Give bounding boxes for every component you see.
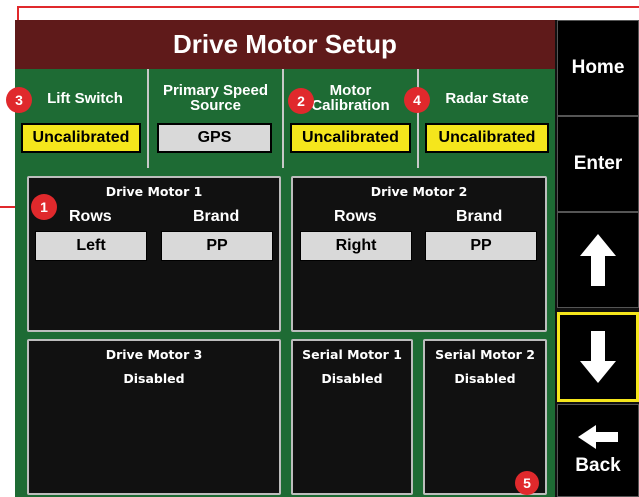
callout-marker-1: 1	[31, 194, 57, 220]
drive-motor-2-brand-value[interactable]: PP	[425, 231, 537, 261]
drive-motor-3-panel[interactable]: Drive Motor 3 Disabled	[27, 339, 281, 495]
arrow-up-icon	[580, 234, 616, 286]
primary-speed-source-value[interactable]: GPS	[157, 123, 272, 153]
enter-button[interactable]: Enter	[557, 116, 639, 212]
back-button[interactable]: Back	[557, 404, 639, 497]
page-title: Drive Motor Setup	[15, 20, 555, 69]
callout-marker-5: 5	[515, 471, 539, 495]
serial-motor-1-panel[interactable]: Serial Motor 1 Disabled	[291, 339, 413, 495]
scroll-up-button[interactable]	[557, 212, 639, 308]
drive-motor-2-title: Drive Motor 2	[370, 184, 468, 199]
drive-motor-1-brand-value[interactable]: PP	[161, 231, 273, 261]
nav-panel: Home Enter Back	[555, 20, 639, 497]
serial-motor-1-status: Disabled	[321, 371, 383, 386]
drive-motor-3-status: Disabled	[123, 371, 185, 386]
back-button-label: Back	[575, 454, 621, 476]
drive-motor-2-panel[interactable]: Drive Motor 2 Rows Brand Right PP	[291, 176, 547, 332]
callout-marker-3: 3	[6, 87, 32, 113]
radar-state-label: Radar State	[445, 89, 529, 107]
home-button[interactable]: Home	[557, 20, 639, 116]
drive-motor-2-rows-label: Rows	[334, 208, 377, 225]
callout-marker-2: 2	[288, 88, 314, 114]
primary-speed-source-label: Primary Speed Source	[162, 82, 269, 114]
arrow-down-icon	[580, 331, 616, 383]
drive-motor-1-rows-value[interactable]: Left	[35, 231, 147, 261]
arrow-left-icon	[578, 424, 618, 449]
drive-motor-setup-screen: Drive Motor Setup Lift Switch Uncalibrat…	[15, 20, 639, 497]
callout-frame-top	[17, 6, 639, 8]
serial-motor-2-title: Serial Motor 2	[435, 347, 535, 362]
lift-switch-value[interactable]: Uncalibrated	[21, 123, 141, 153]
drive-motor-3-title: Drive Motor 3	[105, 347, 203, 362]
scroll-down-button[interactable]	[557, 312, 639, 402]
drive-motor-1-title: Drive Motor 1	[105, 184, 203, 199]
drive-motor-1-panel[interactable]: Drive Motor 1 Rows Brand Left PP	[27, 176, 281, 332]
drive-motor-2-rows-value[interactable]: Right	[300, 231, 412, 261]
motor-calibration-value[interactable]: Uncalibrated	[290, 123, 411, 153]
callout-marker-4: 4	[404, 87, 430, 113]
radar-state-value[interactable]: Uncalibrated	[425, 123, 549, 153]
drive-motor-1-brand-label: Brand	[193, 208, 240, 225]
motor-area: Drive Motor 1 Rows Brand Left PP Drive M…	[15, 168, 555, 497]
drive-motor-2-brand-label: Brand	[456, 208, 503, 225]
serial-motor-1-title: Serial Motor 1	[302, 347, 402, 362]
drive-motor-1-rows-label: Rows	[69, 208, 112, 225]
serial-motor-2-status: Disabled	[454, 371, 516, 386]
lift-switch-label: Lift Switch	[47, 89, 123, 107]
